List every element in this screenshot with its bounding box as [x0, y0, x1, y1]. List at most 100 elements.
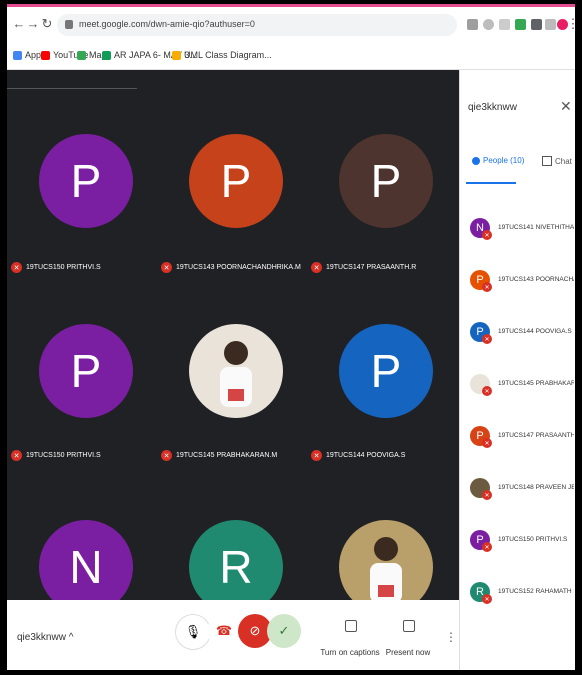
person-name: 19TUCS144 POOVIGA.S [498, 328, 572, 335]
url-text: meet.google.com/dwn-amie-qio?authuser=0 [79, 19, 255, 29]
meeting-code[interactable]: qie3kknww ^ [17, 632, 73, 643]
person-photo-icon [370, 537, 402, 603]
people-icon [472, 156, 480, 165]
participant-tile[interactable]: P ✕ 19TUCS147 PRASAANTH.R [311, 134, 461, 311]
participant-name: 19TUCS150 PRITHVI.S [26, 452, 101, 459]
people-list-item[interactable]: P ✕ 19TUCS147 PRASAANTH.R [470, 426, 575, 466]
grid-top-divider [7, 88, 137, 89]
people-list-item[interactable]: N ✕ 19TUCS141 NIVETHITHA.R [470, 218, 575, 258]
person-name: 19TUCS152 RAHAMATH SHIH... [498, 588, 574, 595]
reload-icon[interactable]: ↻ [39, 16, 55, 32]
participant-avatar: P [39, 324, 133, 418]
people-list-item[interactable]: R✕19TUCS152 RAHAMATH SHIH... [470, 582, 575, 622]
people-list-item[interactable]: P✕19TUCS143 POORNACHANDH... [470, 270, 575, 310]
muted-mic-icon: ✕ [482, 594, 492, 604]
person-name: 19TUCS150 PRITHVI.S [498, 536, 568, 543]
chat-icon [542, 156, 552, 166]
camera-icon[interactable] [467, 19, 478, 30]
participant-tile[interactable]: P ✕ 19TUCS144 POOVIGA.S [311, 324, 461, 501]
participant-avatar: P [339, 324, 433, 418]
participant-namebar: ✕ 19TUCS143 POORNACHANDHRIKA.M [161, 262, 301, 273]
mic-button[interactable]: 🎙 [175, 614, 211, 650]
bookmarks-bar: Apps YouTube Maps AR JAPA 6- MAY 3... UML Cl… [7, 43, 575, 70]
bookmark-icon [77, 50, 86, 60]
person-photo-icon [220, 341, 252, 407]
participant-name: 19TUCS143 POORNACHANDHRIKA.M [176, 264, 301, 271]
video-grid: P ✕ 19TUCS150 PRITHVI.S P ✕ 19TUCS143 POORNAC… [7, 70, 461, 614]
muted-mic-icon: ✕ [311, 450, 322, 461]
present-label: Present now [385, 648, 431, 657]
hangup-button[interactable]: ☎ [207, 614, 241, 648]
active-tab-indicator [466, 182, 516, 184]
tab-chat-label: Chat [555, 156, 572, 166]
people-list-item[interactable]: P ✕ 19TUCS150 PRITHVI.S [470, 530, 575, 570]
address-bar[interactable]: meet.google.com/dwn-amie-qio?authuser=0 [57, 14, 457, 36]
person-name: 19TUCS141 NIVETHITHA.R [498, 224, 574, 231]
checkmark-button[interactable]: ✓ [267, 614, 301, 648]
participant-tile[interactable]: P ✕ 19TUCS143 POORNACHANDHRIKA.M [161, 134, 311, 311]
participant-avatar: P [39, 134, 133, 228]
tab-people[interactable]: People (10) [472, 156, 524, 165]
panel-title: qie3kknww [468, 102, 517, 113]
participant-namebar: ✕ 19TUCS144 POOVIGA.S [311, 450, 405, 461]
present-icon[interactable] [403, 620, 415, 632]
captions-icon[interactable] [345, 620, 357, 632]
bookmark-icon [13, 50, 22, 60]
captions-label: Turn on captions [320, 648, 380, 657]
muted-mic-icon: ✕ [311, 262, 322, 273]
muted-mic-icon: ✕ [482, 542, 492, 552]
muted-mic-icon: ✕ [11, 262, 22, 273]
participant-name: 19TUCS150 PRITHVI.S [26, 264, 101, 271]
bookmark-icon [172, 50, 181, 60]
screenshot-frame: ← → ↻ meet.google.com/dwn-amie-qio?authu… [0, 0, 582, 675]
side-panel: qie3kknww ✕ People (10) Chat N ✕ 19TUCS141… [459, 70, 575, 670]
person-name: 19TUCS147 PRASAANTH.R [498, 432, 574, 439]
participant-tile[interactable]: ✕ 19TUCS145 PRABHAKARAN.M [161, 324, 311, 501]
people-list-item[interactable]: ✕ 19TUCS145 PRABHAKARAN.M [470, 374, 575, 414]
participant-tile[interactable]: P ✕ 19TUCS150 PRITHVI.S [11, 324, 161, 501]
muted-mic-icon: ✕ [482, 386, 492, 396]
meeting-controls-bar: qie3kknww ^ 🎙 ☎ ⊘ ✓ Turn on captions Pre… [7, 600, 459, 670]
participant-namebar: ✕ 19TUCS150 PRITHVI.S [11, 262, 101, 273]
participant-avatar: P [189, 134, 283, 228]
person-name: 19TUCS145 PRABHAKARAN.M [498, 380, 574, 387]
participant-namebar: ✕ 19TUCS147 PRASAANTH.R [311, 262, 416, 273]
person-name: 19TUCS143 POORNACHANDH... [498, 276, 574, 283]
muted-mic-icon: ✕ [482, 438, 492, 448]
participant-name: 19TUCS147 PRASAANTH.R [326, 264, 417, 271]
person-name: 19TUCS148 PRAVEEN JEFFRI.S [498, 484, 574, 491]
menu-dots-icon[interactable]: ⋮ [565, 16, 576, 32]
bookmark-item[interactable]: UML Class Diagram... [172, 50, 272, 60]
more-options-icon[interactable]: ⋮ [445, 630, 457, 644]
tab-people-label: People (10) [483, 156, 525, 165]
check-extension-icon[interactable] [515, 19, 526, 30]
people-list-item[interactable]: ✕ 19TUCS148 PRAVEEN JEFFRI.S [470, 478, 575, 518]
muted-mic-icon: ✕ [11, 450, 22, 461]
zoom-icon[interactable] [483, 19, 494, 30]
bookmark-icon [41, 50, 50, 60]
extension-icon[interactable] [531, 19, 542, 30]
participant-avatar: P [339, 134, 433, 228]
muted-mic-icon: ✕ [482, 334, 492, 344]
close-icon[interactable]: ✕ [560, 98, 572, 115]
people-list-item[interactable]: P ✕ 19TUCS144 POOVIGA.S [470, 322, 575, 362]
tab-chat[interactable]: Chat [542, 156, 572, 166]
muted-mic-icon: ✕ [482, 230, 492, 240]
bookmark-icon [102, 50, 111, 60]
participant-photo [189, 324, 283, 418]
participant-tile[interactable]: P ✕ 19TUCS150 PRITHVI.S [11, 134, 161, 311]
participant-namebar: ✕ 19TUCS150 PRITHVI.S [11, 450, 101, 461]
bookmark-label: UML Class Diagram... [184, 50, 272, 60]
lock-icon [65, 20, 73, 29]
muted-mic-icon: ✕ [161, 262, 172, 273]
muted-mic-icon: ✕ [161, 450, 172, 461]
muted-mic-icon: ✕ [482, 282, 492, 292]
muted-mic-icon: ✕ [482, 490, 492, 500]
participant-namebar: ✕ 19TUCS145 PRABHAKARAN.M [161, 450, 277, 461]
browser-toolbar: ← → ↻ meet.google.com/dwn-amie-qio?authu… [7, 7, 575, 43]
star-icon[interactable] [499, 19, 510, 30]
puzzle-icon[interactable] [545, 19, 556, 30]
participant-name: 19TUCS144 POOVIGA.S [326, 452, 406, 459]
browser-window: ← → ↻ meet.google.com/dwn-amie-qio?authu… [7, 4, 575, 670]
participant-name: 19TUCS145 PRABHAKARAN.M [176, 452, 278, 459]
